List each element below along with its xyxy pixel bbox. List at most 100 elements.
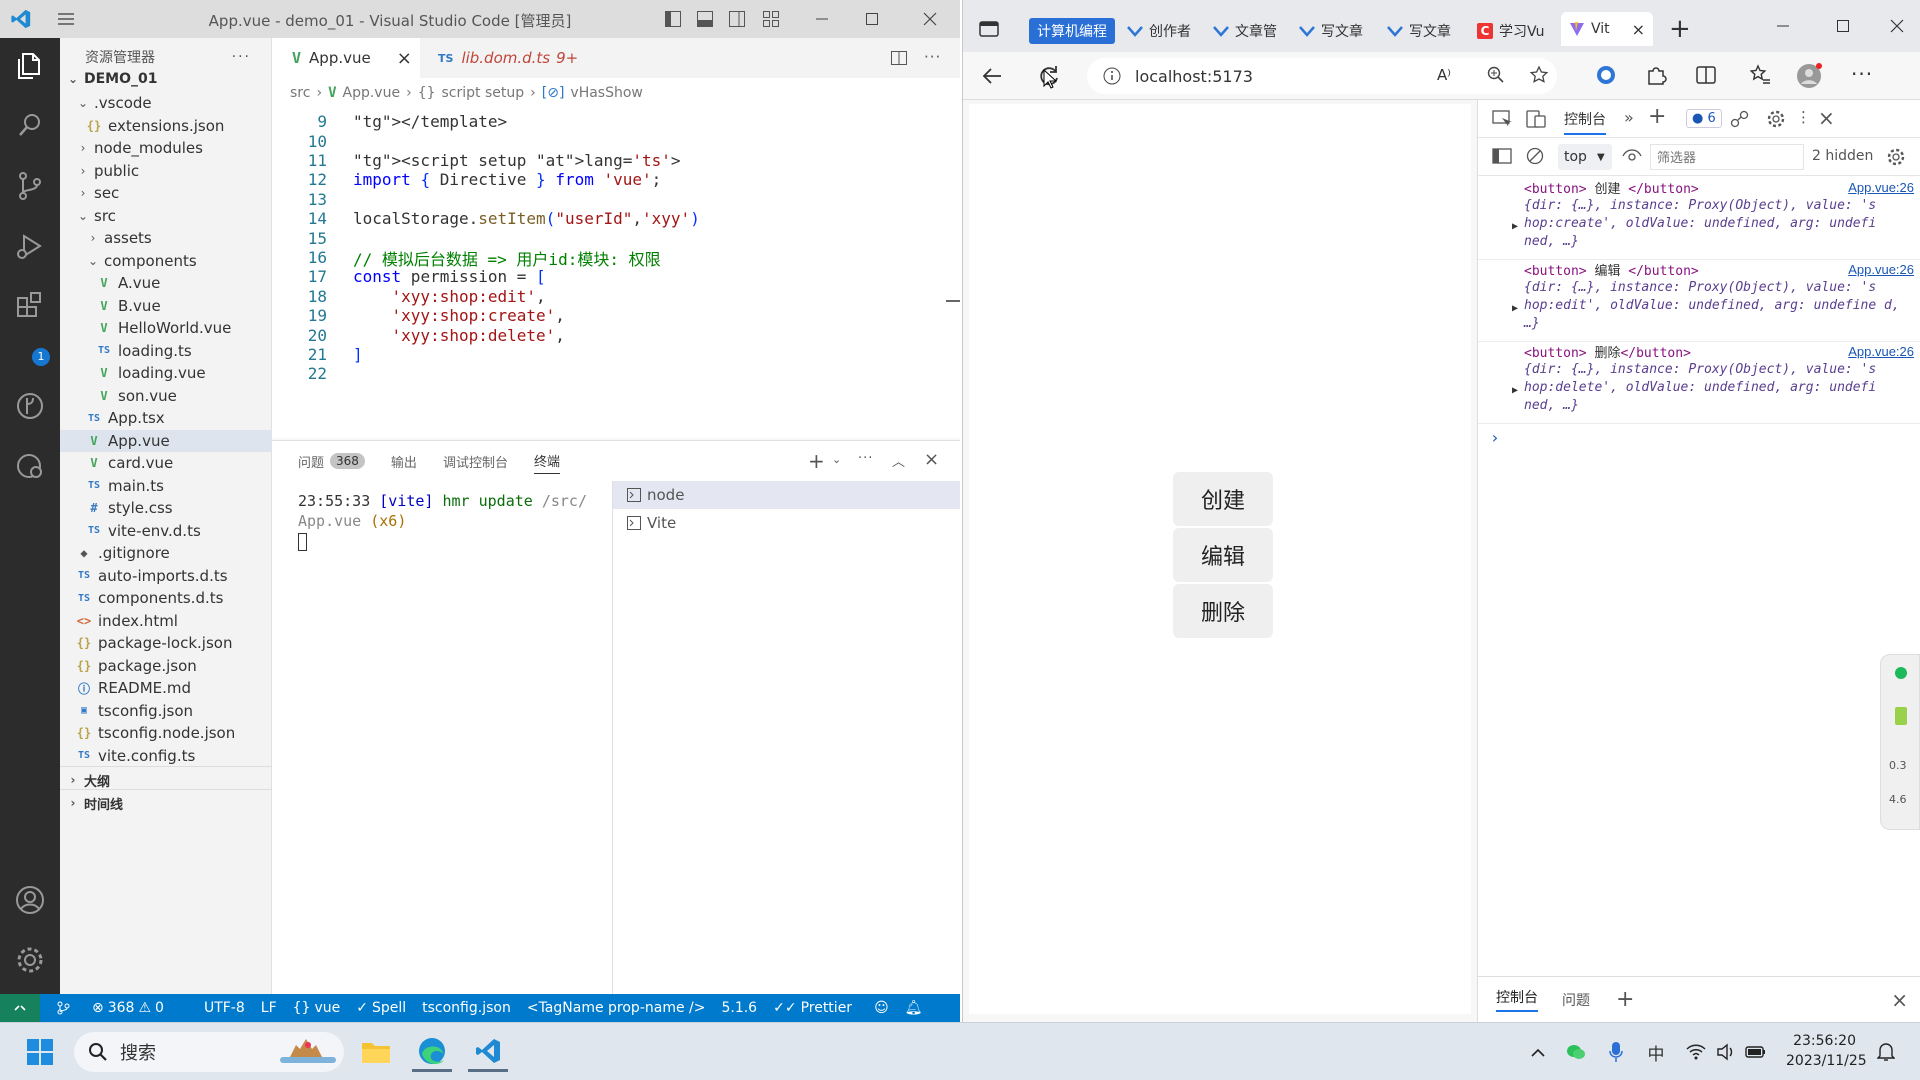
more-tabs-icon[interactable]: » <box>1624 108 1634 127</box>
close-icon[interactable] <box>920 9 940 29</box>
extensions-puzzle-icon[interactable] <box>1645 64 1667 86</box>
tab-output[interactable]: 输出 <box>391 452 417 471</box>
maximize-panel-icon[interactable]: ︿ <box>892 451 905 470</box>
browser-tab[interactable]: C 学习Vu <box>1477 18 1545 44</box>
browser-menu-button[interactable]: ··· <box>1851 62 1873 86</box>
explorer-icon[interactable] <box>12 48 48 84</box>
console-entry[interactable]: <button> 创建 </button> App.vue:26 ▶ {dir: {…… <box>1478 178 1920 260</box>
file-item[interactable]: TS main.ts <box>60 475 272 498</box>
remote-explorer-icon[interactable] <box>12 448 48 484</box>
folder-item[interactable]: › public <box>60 160 272 183</box>
drawer-add-icon[interactable]: + <box>1616 987 1634 1012</box>
search-icon[interactable] <box>12 108 48 144</box>
microphone-icon[interactable] <box>1596 1032 1636 1072</box>
inspect-element-icon[interactable] <box>1492 110 1512 128</box>
vscode-taskbar-icon[interactable] <box>468 1032 508 1072</box>
feedback-icon[interactable]: ☺ <box>874 1000 889 1016</box>
file-item[interactable]: TS vite-env.d.ts <box>60 520 272 543</box>
gear-icon[interactable] <box>12 942 48 978</box>
file-item[interactable]: V App.vue <box>60 429 272 452</box>
source-link[interactable]: App.vue:26 <box>1848 180 1914 195</box>
file-item[interactable]: ◆ .gitignore <box>60 542 272 565</box>
file-item[interactable]: V A.vue <box>60 272 272 295</box>
breadcrumb-item[interactable]: script setup <box>442 85 525 101</box>
context-selector[interactable]: top ▼ <box>1558 144 1612 170</box>
file-item[interactable]: {} package.json <box>60 655 272 678</box>
ime-indicator[interactable]: 中 <box>1636 1032 1676 1072</box>
file-item[interactable]: Vcard.vue <box>60 452 272 475</box>
create-button[interactable]: 创建 <box>1173 472 1273 526</box>
device-toolbar-icon[interactable] <box>1526 110 1546 128</box>
breadcrumb-item[interactable]: src <box>290 85 310 101</box>
new-tab-icon[interactable]: + <box>1669 14 1691 44</box>
git-graph-icon[interactable] <box>12 388 48 424</box>
account-icon[interactable] <box>12 882 48 918</box>
console-prompt-icon[interactable]: › <box>1490 428 1500 447</box>
encoding-status[interactable]: UTF-8 <box>204 1000 245 1016</box>
tab-close-icon[interactable]: × <box>397 48 412 69</box>
file-item[interactable]: TS loading.ts <box>60 340 272 363</box>
code-editor[interactable]: 9 "tg"></template> 10 11 "tg"><script setup … <box>272 110 960 400</box>
url-text[interactable]: localhost:5173 <box>1135 67 1253 86</box>
source-link[interactable]: App.vue:26 <box>1848 344 1914 359</box>
drawer-close-icon[interactable]: × <box>1891 988 1908 1012</box>
terminal-item-vite[interactable]: Vite <box>613 509 960 537</box>
file-item[interactable]: Vloading.vue <box>60 362 272 385</box>
favorites-icon[interactable] <box>1749 64 1771 86</box>
notifications-bell-icon[interactable]: 🔔︎ <box>905 1000 923 1016</box>
chevron-down-icon[interactable]: ⌄ <box>832 453 841 466</box>
minimize-icon[interactable] <box>1773 16 1793 36</box>
explorer-more-button[interactable]: ··· <box>232 49 251 65</box>
tsconfig-status[interactable]: tsconfig.json <box>422 1000 511 1016</box>
read-aloud-icon[interactable]: A⁾ <box>1437 66 1451 84</box>
file-explorer-icon[interactable] <box>356 1032 396 1072</box>
add-tool-icon[interactable]: + <box>1648 104 1666 129</box>
file-item[interactable]: {} extensions.json <box>60 115 272 138</box>
tab-close-icon[interactable]: × <box>1632 20 1645 39</box>
issues-badge[interactable]: ● 6 <box>1686 109 1722 128</box>
taskbar-search[interactable]: 搜索 <box>74 1032 344 1072</box>
extensions-icon[interactable] <box>12 288 48 324</box>
expand-triangle-icon[interactable]: ▶ <box>1512 382 1518 400</box>
file-item[interactable]: {} tsconfig.node.json <box>60 722 272 745</box>
customize-layout-icon[interactable] <box>762 10 780 28</box>
drawer-tab-issues[interactable]: 问题 <box>1562 990 1590 1010</box>
console-element[interactable]: <button> 创建 </button> <box>1524 178 1699 197</box>
console-element[interactable]: <button> 删除</button> <box>1524 342 1691 361</box>
remote-icon[interactable] <box>0 994 40 1022</box>
maximize-icon[interactable] <box>862 9 882 29</box>
taskbar-clock[interactable]: 23:56:20 2023/11/25 <box>1786 1031 1867 1071</box>
devtools-tab-console[interactable]: 控制台 <box>1564 109 1606 135</box>
devtools-more-icon[interactable]: ⋮ <box>1796 108 1811 126</box>
browser-tab[interactable]: 写文章 <box>1299 18 1363 44</box>
console-entry[interactable]: <button> 删除</button> App.vue:26 ▶ {dir: {…}… <box>1478 342 1920 424</box>
tab-lib-dom[interactable]: TS lib.dom.d.ts 9+ <box>422 38 592 78</box>
file-item[interactable]: V HelloWorld.vue <box>60 317 272 340</box>
console-filter-input[interactable] <box>1650 144 1804 170</box>
live-expression-eye-icon[interactable] <box>1622 148 1642 164</box>
file-item[interactable]: TS vite.config.ts <box>60 745 272 768</box>
profile-avatar[interactable] <box>1795 62 1823 90</box>
file-item[interactable]: V B.vue <box>60 295 272 318</box>
toggle-secondary-sidebar-icon[interactable] <box>728 10 746 28</box>
file-item[interactable]: TS auto-imports.d.ts <box>60 565 272 588</box>
browser-tab[interactable]: 创作者 <box>1127 18 1191 44</box>
folder-item[interactable]: ⌄ components <box>60 250 272 273</box>
file-item[interactable]: {} package-lock.json <box>60 632 272 655</box>
tab-debug-console[interactable]: 调试控制台 <box>443 452 508 471</box>
file-item[interactable]: Vson.vue <box>60 385 272 408</box>
battery-icon[interactable] <box>1736 1032 1776 1072</box>
toggle-sidebar-icon[interactable] <box>664 10 682 28</box>
maximize-icon[interactable] <box>1833 16 1853 36</box>
notification-bell-icon[interactable] <box>1866 1032 1906 1072</box>
devtools-close-icon[interactable]: × <box>1818 106 1835 130</box>
workspace-root[interactable]: ⌄ DEMO_01 <box>60 65 272 92</box>
code-line[interactable]: 22 <box>272 362 872 386</box>
file-item[interactable]: TS App.tsx <box>60 407 272 430</box>
browser-tab[interactable]: 计算机编程 <box>1029 18 1115 44</box>
scrollbar-thumb[interactable] <box>946 300 960 302</box>
console-object[interactable]: ▶ {dir: {…}, instance: Proxy(Object), val… <box>1512 197 1914 251</box>
chevron-up-icon[interactable] <box>1518 1032 1558 1072</box>
close-panel-icon[interactable]: × <box>924 449 939 470</box>
settings-gear-icon[interactable] <box>1766 109 1786 129</box>
